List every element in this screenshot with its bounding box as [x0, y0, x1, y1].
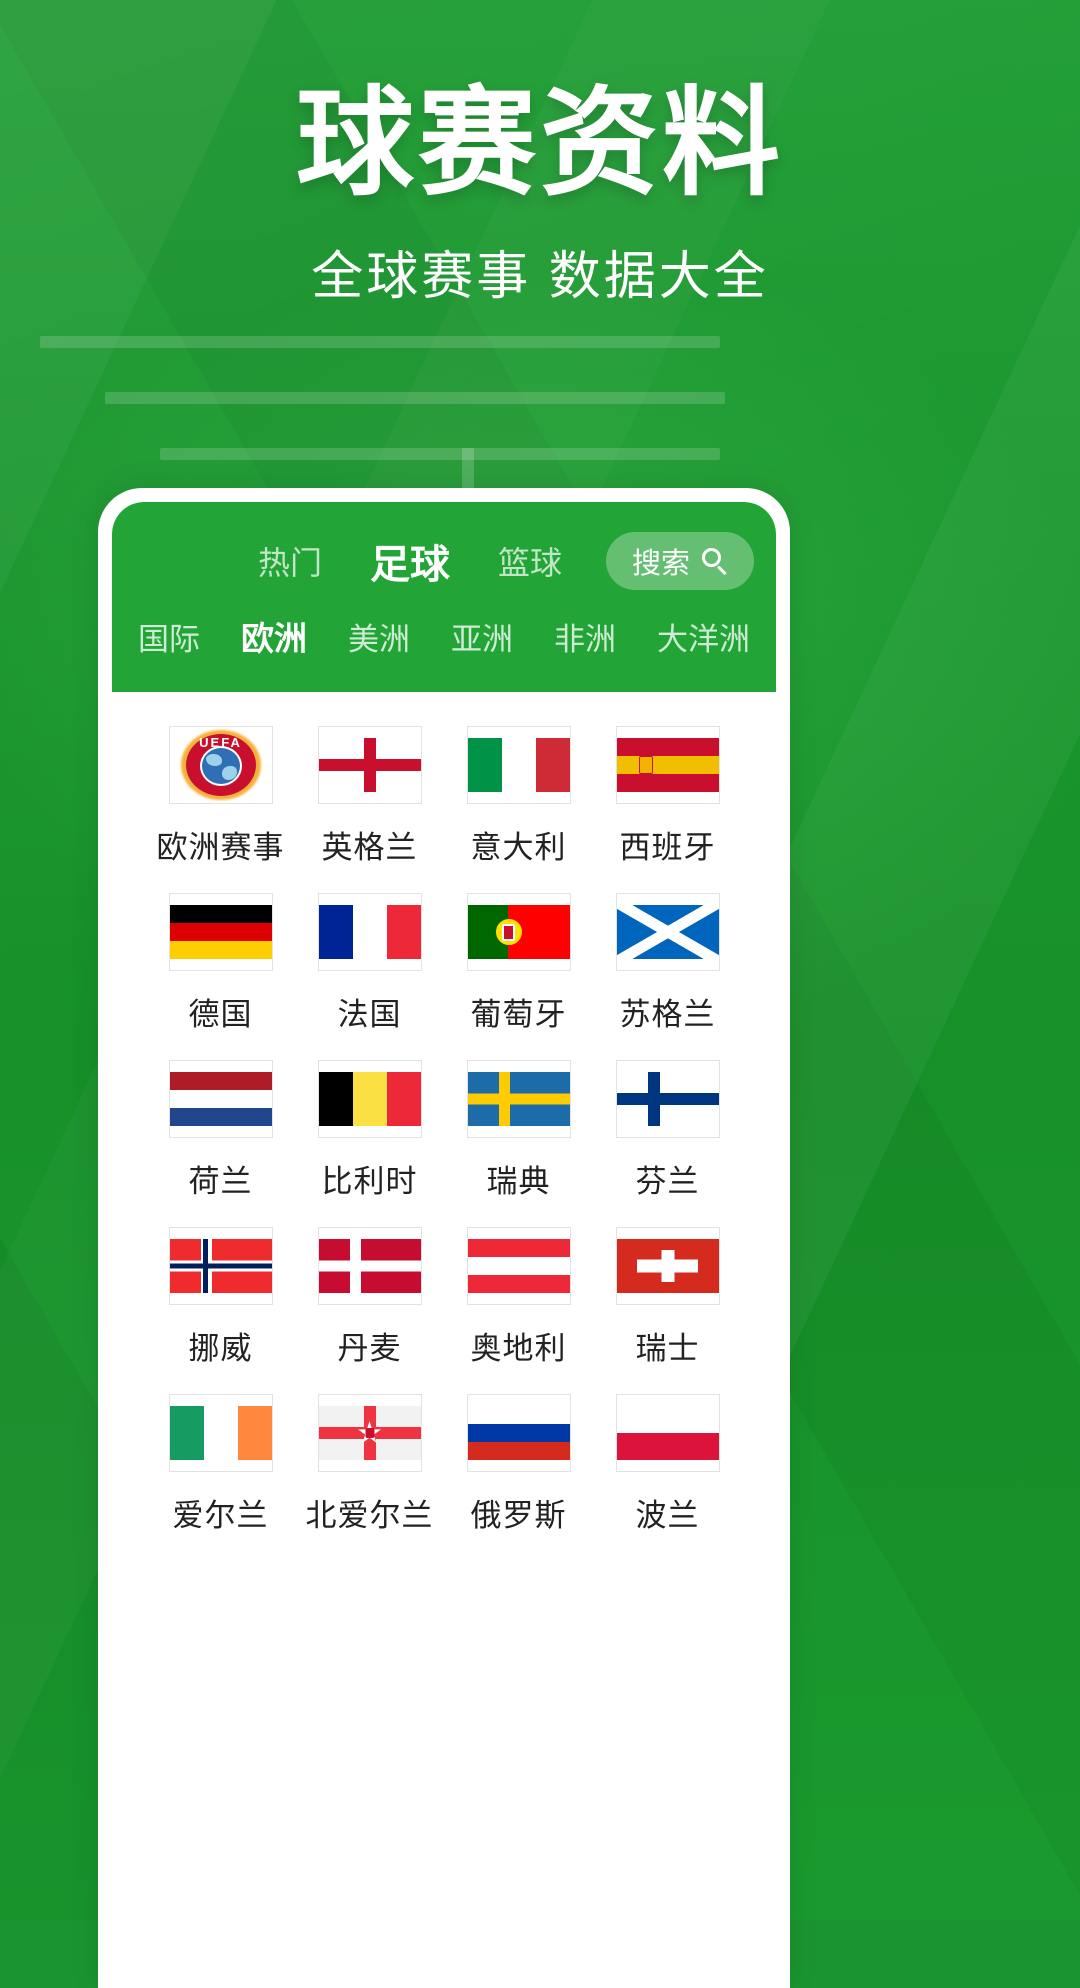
tab-football[interactable]: 足球 [348, 532, 472, 590]
league-item[interactable]: 荷兰 [146, 1060, 295, 1201]
league-item[interactable]: 法国 [295, 893, 444, 1034]
league-item[interactable]: 俄罗斯 [444, 1394, 593, 1535]
deco-bar-3 [160, 448, 720, 460]
league-item[interactable]: 奥地利 [444, 1227, 593, 1368]
tab-hot[interactable]: 热门 [232, 538, 348, 584]
page-title: 球赛资料 [295, 78, 784, 210]
league-item-label: 荷兰 [188, 1164, 253, 1199]
league-item-label: 波兰 [635, 1498, 700, 1533]
league-item-label: 葡萄牙 [470, 997, 567, 1032]
page-subtitle: 全球赛事 数据大全 [311, 248, 769, 307]
league-item-label: 芬兰 [635, 1164, 700, 1199]
league-item[interactable]: 瑞典 [444, 1060, 593, 1201]
league-grid: UEFA 欧洲赛事 英格兰 意大利 西班牙德国 法国 葡萄牙 苏格兰荷兰 比利时 瑞典 芬兰挪威 丹麦… [112, 692, 776, 1535]
england-flag-icon [317, 726, 422, 804]
norway-flag-icon [168, 1227, 273, 1305]
league-item-label: 德国 [188, 997, 253, 1032]
northern-ireland-flag-icon [317, 1394, 422, 1472]
league-item-label: 挪威 [188, 1331, 253, 1366]
denmark-flag-icon [317, 1227, 422, 1305]
belgium-flag-icon [317, 1060, 422, 1138]
subtab-oceania[interactable]: 大洋洲 [657, 614, 750, 659]
league-item[interactable]: 芬兰 [593, 1060, 742, 1201]
subtab-asia[interactable]: 亚洲 [451, 614, 513, 659]
league-item-label: 爱尔兰 [172, 1498, 269, 1533]
region-tab-row: 国际 欧洲 美洲 亚洲 非洲 大洋洲 [112, 594, 776, 682]
league-item[interactable]: UEFA 欧洲赛事 [146, 726, 295, 867]
austria-flag-icon [466, 1227, 571, 1305]
hero-header: 球赛资料 全球赛事 数据大全 [0, 0, 1080, 309]
deco-bar-2 [105, 392, 725, 404]
subtab-americas[interactable]: 美洲 [348, 614, 410, 659]
deco-bar-1 [40, 336, 720, 348]
league-item-label: 瑞典 [486, 1164, 551, 1199]
league-item-label: 法国 [337, 997, 402, 1032]
league-item[interactable]: 波兰 [593, 1394, 742, 1535]
netherlands-flag-icon [168, 1060, 273, 1138]
league-item-label: 意大利 [470, 830, 567, 865]
league-item[interactable]: 爱尔兰 [146, 1394, 295, 1535]
league-item-label: 奥地利 [470, 1331, 567, 1366]
spain-flag-icon [615, 726, 720, 804]
league-item[interactable]: 瑞士 [593, 1227, 742, 1368]
league-item[interactable]: 丹麦 [295, 1227, 444, 1368]
tab-basketball[interactable]: 篮球 [472, 538, 588, 584]
league-item[interactable]: 挪威 [146, 1227, 295, 1368]
league-item-label: 北爱尔兰 [305, 1498, 434, 1533]
uefa-flag-icon: UEFA [168, 726, 273, 804]
league-item-label: 比利时 [321, 1164, 418, 1199]
switzerland-flag-icon [615, 1227, 720, 1305]
league-item-label: 丹麦 [337, 1331, 402, 1366]
app-top-bar: 热门 足球 篮球 搜索 国际 欧洲 美洲 亚洲 非洲 大洋洲 [112, 502, 776, 692]
ireland-flag-icon [168, 1394, 273, 1472]
search-button[interactable]: 搜索 [605, 532, 754, 590]
italy-flag-icon [466, 726, 571, 804]
subtab-africa[interactable]: 非洲 [554, 614, 616, 659]
search-icon [702, 548, 728, 576]
league-item[interactable]: 葡萄牙 [444, 893, 593, 1034]
phone-card: 热门 足球 篮球 搜索 国际 欧洲 美洲 亚洲 非洲 大洋洲 UEFA 欧洲赛事英 [98, 488, 790, 1988]
france-flag-icon [317, 893, 422, 971]
league-item-label: 苏格兰 [619, 997, 716, 1032]
russia-flag-icon [466, 1394, 571, 1472]
germany-flag-icon [168, 893, 273, 971]
sweden-flag-icon [466, 1060, 571, 1138]
search-label: 搜索 [631, 548, 690, 580]
league-item[interactable]: 德国 [146, 893, 295, 1034]
league-item-label: 英格兰 [321, 830, 418, 865]
league-item[interactable]: 苏格兰 [593, 893, 742, 1034]
subtab-europe[interactable]: 欧洲 [241, 612, 307, 660]
league-item[interactable]: 意大利 [444, 726, 593, 867]
league-item[interactable]: 西班牙 [593, 726, 742, 867]
league-item-label: 欧洲赛事 [156, 830, 285, 865]
scotland-flag-icon [615, 893, 720, 971]
app-screen: 热门 足球 篮球 搜索 国际 欧洲 美洲 亚洲 非洲 大洋洲 UEFA 欧洲赛事英 [112, 502, 776, 1988]
league-item[interactable]: 北爱尔兰 [295, 1394, 444, 1535]
decorative-bars [0, 330, 1080, 510]
poland-flag-icon [615, 1394, 720, 1472]
league-item-label: 瑞士 [635, 1331, 700, 1366]
league-item-label: 俄罗斯 [470, 1498, 567, 1533]
subtab-international[interactable]: 国际 [138, 614, 200, 659]
sport-tab-row: 热门 足球 篮球 搜索 [112, 528, 776, 594]
league-item[interactable]: 英格兰 [295, 726, 444, 867]
portugal-flag-icon [466, 893, 571, 971]
league-item[interactable]: 比利时 [295, 1060, 444, 1201]
finland-flag-icon [615, 1060, 720, 1138]
league-item-label: 西班牙 [619, 830, 716, 865]
